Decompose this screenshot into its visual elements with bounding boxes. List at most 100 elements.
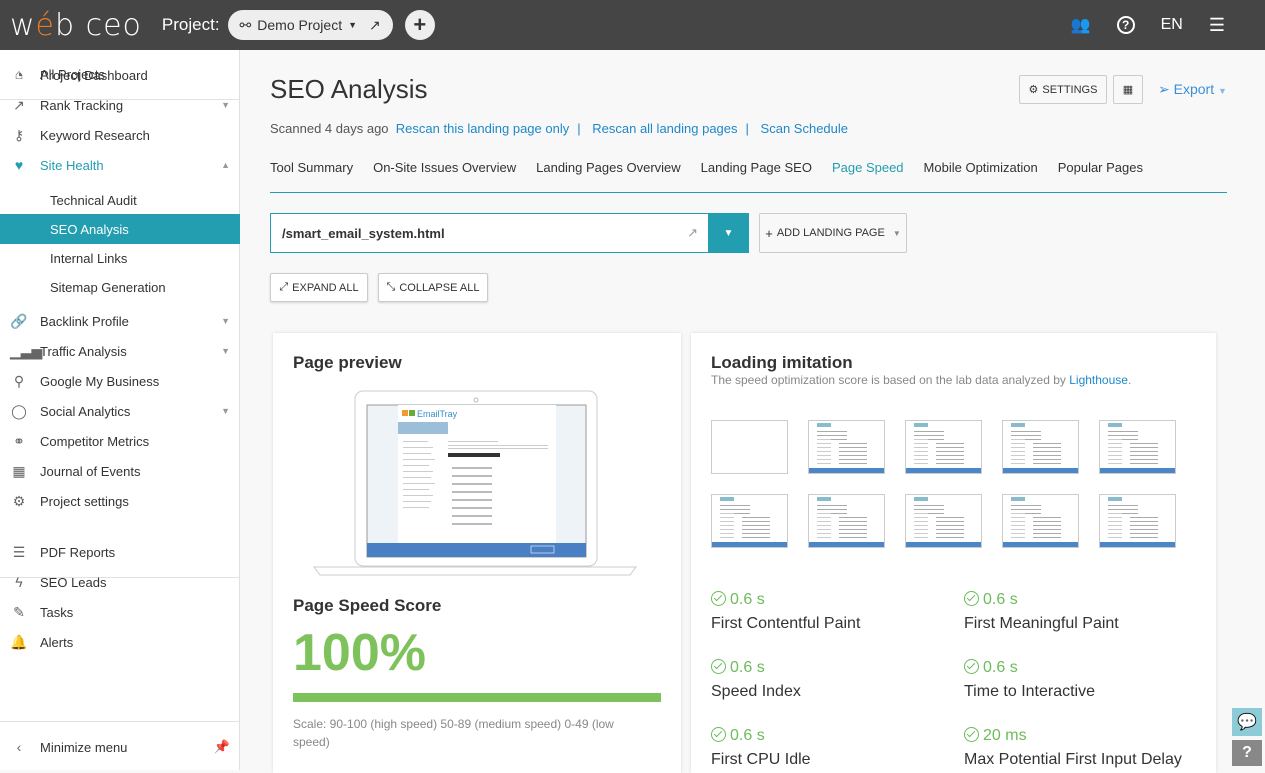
tab-tool-summary[interactable]: Tool Summary [270, 152, 353, 192]
hamburger-menu-icon[interactable]: ☰ [1209, 15, 1225, 36]
settings-button[interactable]: ⚙ SETTINGS [1019, 75, 1107, 104]
metric-label: Speed Index [711, 683, 801, 700]
add-landing-page-button[interactable]: + ADD LANDING PAGE ▼ [759, 213, 907, 253]
rescan-page-link[interactable]: Rescan this landing page only [396, 121, 569, 136]
project-name: Demo Project [257, 17, 343, 33]
scan-info: Scanned 4 days ago Rescan this landing p… [270, 121, 848, 136]
sidebar-item-project-dashboard[interactable]: ◔ Project Dashboard [0, 60, 240, 90]
help-widget-button[interactable]: ? [1232, 740, 1262, 766]
tab-landing-pages-overview[interactable]: Landing Pages Overview [536, 152, 681, 192]
landing-page-dropdown-button[interactable]: ▼ [708, 213, 749, 253]
sidebar-item-seo-leads[interactable]: ϟ SEO Leads [0, 567, 240, 597]
sidebar-item-google-my-business[interactable]: ⚲ Google My Business [0, 366, 240, 396]
sidebar-item-seo-analysis[interactable]: SEO Analysis [0, 214, 240, 244]
schedule-calendar-button[interactable]: ▦ [1113, 75, 1143, 104]
page-preview-card: Page preview EmailTray Page Speed Score … [273, 333, 681, 773]
check-circle-icon [964, 659, 979, 674]
check-circle-icon [964, 591, 979, 606]
external-link-icon[interactable]: ↗ [369, 17, 381, 34]
metric-label: Max Potential First Input Delay [964, 751, 1182, 768]
metric-value: 0.6 s [964, 589, 1119, 609]
loading-imitation-card: Loading imitation The speed optimization… [691, 333, 1216, 773]
language-selector[interactable]: EN [1161, 16, 1183, 34]
help-icon[interactable]: ? [1116, 16, 1135, 34]
export-label: Export [1173, 81, 1215, 97]
caret-down-icon: ▼ [221, 316, 230, 326]
chat-button[interactable]: 💬 [1232, 708, 1262, 736]
lighthouse-link[interactable]: Lighthouse [1069, 373, 1128, 387]
sidebar-item-label: Alerts [40, 634, 74, 650]
sidebar-item-rank-tracking[interactable]: ↗ Rank Tracking ▼ [0, 90, 240, 120]
sidebar-item-pdf-reports[interactable]: ☰ PDF Reports [0, 537, 240, 567]
sidebar-item-keyword-research[interactable]: ⚷ Keyword Research [0, 120, 240, 150]
sidebar-item-label: PDF Reports [40, 544, 116, 560]
chat-icon: ◯ [11, 402, 27, 419]
pin-icon[interactable]: 📌 [214, 739, 230, 755]
expand-all-label: EXPAND ALL [292, 281, 359, 294]
tab-popular-pages[interactable]: Popular Pages [1058, 152, 1143, 192]
scan-schedule-link[interactable]: Scan Schedule [761, 121, 848, 136]
metric-value-text: 0.6 s [983, 659, 1018, 676]
loading-frame-thumbnail [1002, 420, 1079, 474]
tab-mobile-optimization[interactable]: Mobile Optimization [924, 152, 1038, 192]
description-text: The speed optimization score is based on… [711, 373, 1070, 387]
caret-down-icon: ▼ [723, 227, 734, 239]
sidebar: ⌂ All Projects ‹ Minimize menu 📌 ◔ Project D… [0, 50, 240, 770]
sidebar-item-label: Backlink Profile [40, 313, 129, 329]
binoculars-icon: ⚭ [13, 432, 25, 449]
export-button[interactable]: ➢ Export ▼ [1158, 81, 1227, 98]
webceo-logo[interactable]: wéb ceo [10, 8, 142, 43]
metric-value-text: 0.6 s [983, 591, 1018, 608]
collapse-all-button[interactable]: ⤡ COLLAPSE ALL [378, 273, 488, 302]
tasks-icon: ✎ [13, 603, 25, 620]
metric-first-meaningful-paint: 0.6 s First Meaningful Paint [964, 589, 1119, 633]
svg-text:EmailTray: EmailTray [417, 409, 458, 419]
add-project-button[interactable]: + [404, 10, 435, 40]
project-selector[interactable]: ⚯ Demo Project ▼ ↗ [227, 10, 393, 40]
external-link-icon[interactable]: ↗ [687, 225, 698, 241]
sidebar-item-label: Sitemap Generation [50, 279, 166, 295]
collapse-all-label: COLLAPSE ALL [399, 281, 480, 294]
caret-down-icon: ▼ [221, 100, 230, 110]
rescan-all-link[interactable]: Rescan all landing pages [592, 121, 737, 136]
sidebar-item-label: Keyword Research [40, 127, 150, 143]
tab-page-speed[interactable]: Page Speed [832, 152, 904, 192]
gear-icon: ⚙ [1028, 84, 1039, 96]
sidebar-item-technical-audit[interactable]: Technical Audit [0, 185, 240, 215]
metric-value: 0.6 s [711, 589, 860, 609]
metric-label: First Contentful Paint [711, 615, 861, 632]
minimize-menu-button[interactable]: ‹ Minimize menu 📌 [0, 732, 240, 762]
score-progress-fill [293, 693, 661, 702]
sidebar-item-label: Technical Audit [50, 192, 137, 208]
sidebar-item-sitemap-generation[interactable]: Sitemap Generation [0, 272, 240, 302]
sidebar-item-label: Site Health [40, 157, 104, 173]
sidebar-item-backlink-profile[interactable]: 🔗 Backlink Profile ▼ [0, 306, 240, 336]
sidebar-item-social-analytics[interactable]: ◯ Social Analytics ▼ [0, 396, 240, 426]
settings-label: SETTINGS [1042, 83, 1098, 96]
page-preview-title: Page preview [293, 353, 402, 372]
caret-down-icon: ▼ [221, 346, 230, 356]
expand-all-button[interactable]: ⤢ EXPAND ALL [270, 273, 368, 302]
sidebar-item-site-health[interactable]: ♥ Site Health ▲ [0, 150, 240, 180]
sidebar-item-label: Rank Tracking [40, 97, 124, 113]
caret-down-icon: ▼ [892, 228, 901, 238]
sidebar-item-journal-of-events[interactable]: ▦ Journal of Events [0, 456, 240, 486]
sidebar-item-competitor-metrics[interactable]: ⚭ Competitor Metrics [0, 426, 240, 456]
loading-frame-thumbnail [905, 420, 982, 474]
landing-page-url-field[interactable]: /smart_email_system.html ↗ [270, 213, 709, 253]
loading-frame-thumbnail [905, 494, 982, 548]
calendar-icon: ▦ [12, 462, 26, 479]
sidebar-item-internal-links[interactable]: Internal Links [0, 243, 240, 273]
question-icon: ? [1242, 744, 1252, 761]
loading-imitation-title: Loading imitation [711, 353, 853, 372]
sidebar-item-traffic-analysis[interactable]: ▁▃▅ Traffic Analysis ▼ [0, 336, 240, 366]
sidebar-item-alerts[interactable]: 🔔 Alerts [0, 627, 240, 657]
add-landing-label: ADD LANDING PAGE [776, 227, 885, 239]
share-icon: ⚯ [239, 16, 252, 33]
tab-landing-page-seo[interactable]: Landing Page SEO [701, 152, 812, 192]
tab-on-site-issues-overview[interactable]: On-Site Issues Overview [373, 152, 516, 192]
users-icon[interactable]: 👥 [1071, 15, 1091, 35]
collapse-icon: ⤡ [386, 281, 396, 293]
sidebar-item-tasks[interactable]: ✎ Tasks [0, 597, 240, 627]
sidebar-item-project-settings[interactable]: ⚙ Project settings [0, 486, 240, 516]
